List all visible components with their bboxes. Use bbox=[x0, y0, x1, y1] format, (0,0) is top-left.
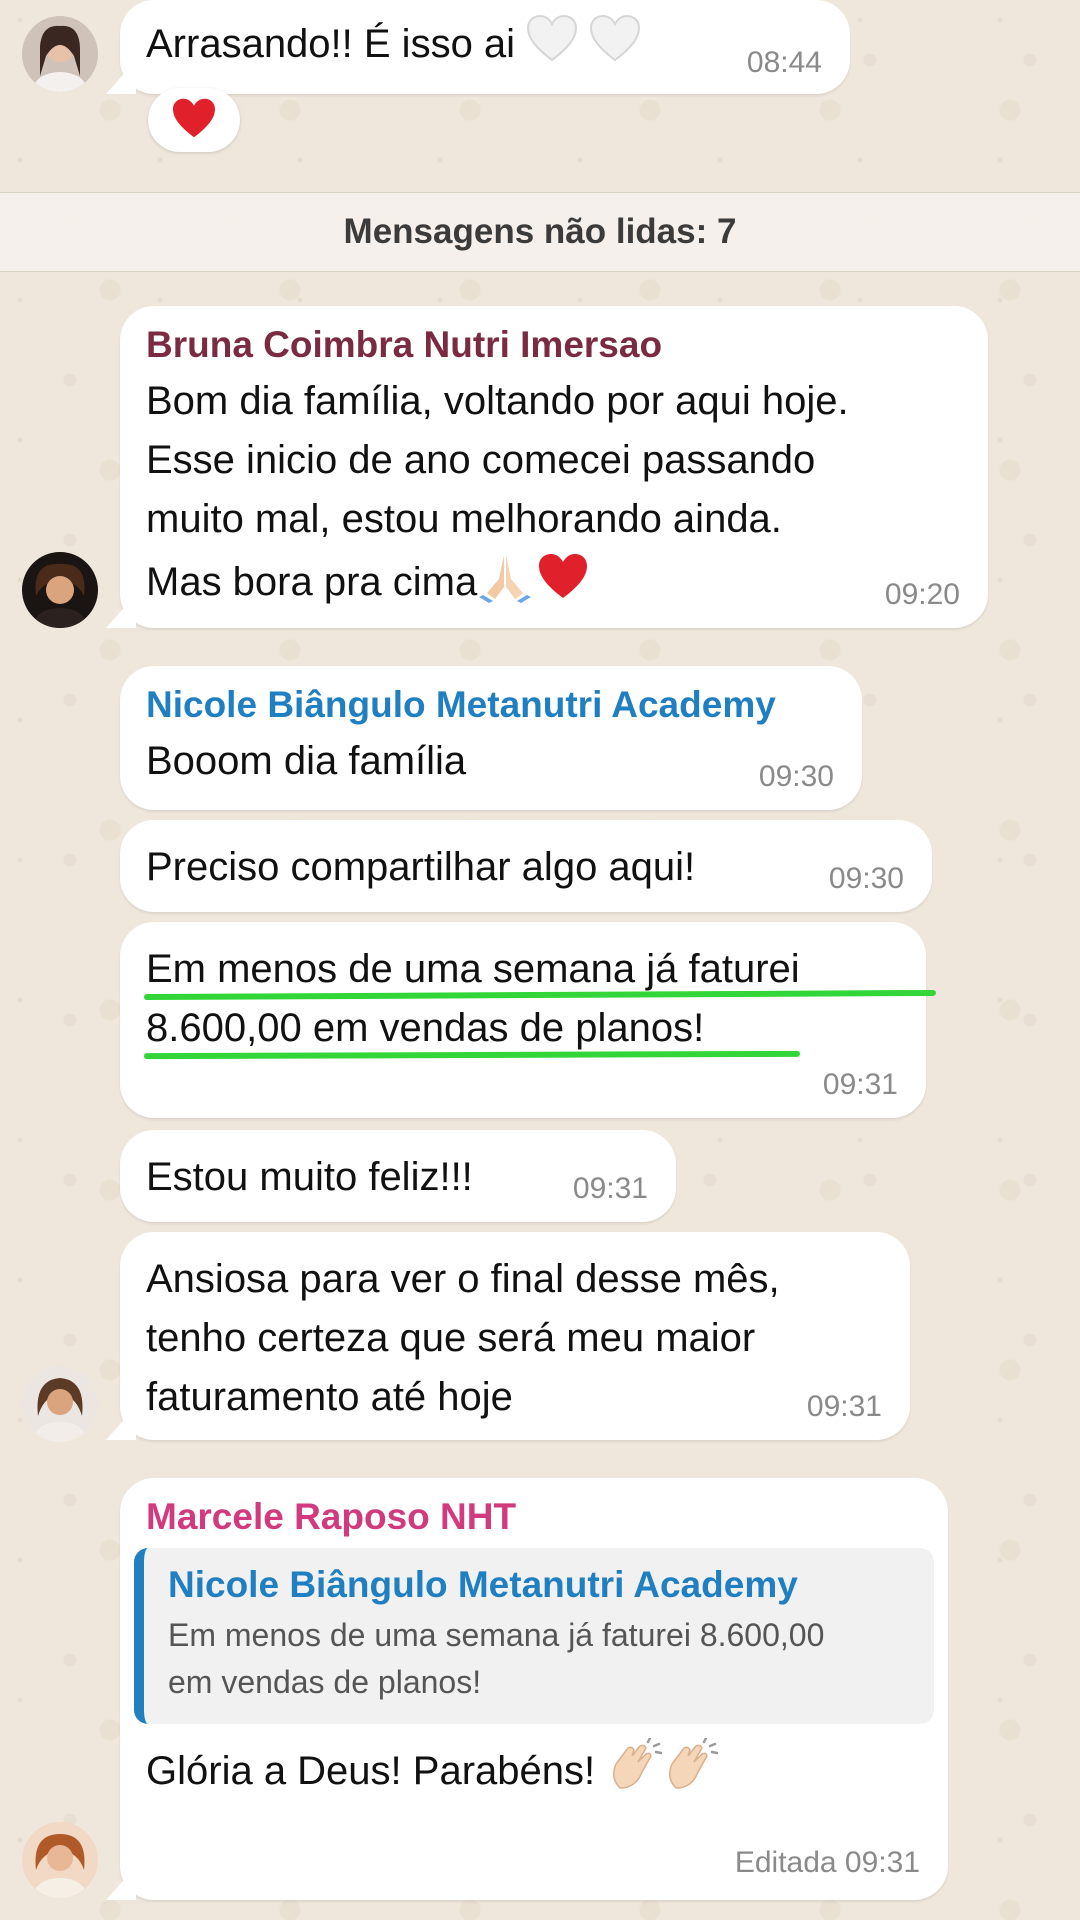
message-time: 09:30 bbox=[758, 760, 834, 793]
message-text: Preciso compartilhar algo aqui! bbox=[146, 845, 696, 889]
message-time: 09:31 bbox=[822, 1068, 898, 1101]
message-line: tenho certeza que será meu maior bbox=[146, 1316, 756, 1360]
avatar-bruna[interactable] bbox=[22, 552, 98, 628]
red-heart-icon bbox=[537, 552, 589, 617]
sender-name[interactable]: Marcele Raposo NHT bbox=[134, 1496, 934, 1538]
message-text: Glória a Deus! Parabéns! bbox=[134, 1736, 934, 1809]
clapping-hands-icon bbox=[662, 1736, 719, 1809]
message-line: 8.600,00 em vendas de planos! bbox=[146, 1006, 705, 1050]
message-bubble-nicole-4[interactable]: Estou muito feliz!!! 09:31 bbox=[120, 1130, 676, 1222]
praying-hands-icon bbox=[477, 549, 533, 620]
sender-name[interactable]: Bruna Coimbra Nutri Imersao bbox=[146, 324, 960, 366]
message-bubble-nicole-2[interactable]: Preciso compartilhar algo aqui! 09:30 bbox=[120, 820, 932, 912]
message-time: 09:31 bbox=[572, 1172, 648, 1205]
sender-name[interactable]: Nicole Biângulo Metanutri Academy bbox=[146, 684, 834, 726]
message-time: Editada 09:31 bbox=[734, 1846, 920, 1879]
message-line: Ansiosa para ver o final desse mês, bbox=[146, 1257, 780, 1301]
message-text: Booom dia família bbox=[146, 739, 467, 783]
avatar-marcele[interactable] bbox=[22, 1822, 98, 1898]
message-time: 09:30 bbox=[828, 862, 904, 895]
message-text: Bom dia família, voltando por aqui hoje.… bbox=[146, 372, 960, 620]
message-line: muito mal, estou melhorando ainda. bbox=[146, 497, 782, 541]
message-time: 09:20 bbox=[884, 578, 960, 611]
message-bubble-0844[interactable]: Arrasando!! É isso ai 08:44 bbox=[120, 0, 850, 94]
quoted-line: em vendas de planos! bbox=[168, 1664, 482, 1700]
message-text: Arrasando!! É isso ai bbox=[146, 14, 822, 79]
quoted-message[interactable]: Nicole Biângulo Metanutri Academy Em men… bbox=[134, 1548, 934, 1724]
unread-messages-label: Mensagens não lidas: 7 bbox=[343, 212, 737, 251]
message-text: Ansiosa para ver o final desse mês, tenh… bbox=[146, 1250, 882, 1427]
avatar-sender-0844[interactable] bbox=[22, 16, 98, 92]
red-heart-icon bbox=[171, 97, 217, 144]
message-time: 09:31 bbox=[806, 1390, 882, 1423]
message-line: faturamento até hoje bbox=[146, 1375, 513, 1419]
message-bubble-bruna[interactable]: Bruna Coimbra Nutri Imersao Bom dia famí… bbox=[120, 306, 988, 628]
message-time: 08:44 bbox=[746, 46, 822, 79]
message-bubble-nicole-3[interactable]: Em menos de uma semana já faturei 8.600,… bbox=[120, 922, 926, 1118]
clapping-hands-icon bbox=[606, 1736, 663, 1809]
quoted-text: Em menos de uma semana já faturei 8.600,… bbox=[168, 1612, 914, 1706]
quoted-line: Em menos de uma semana já faturei 8.600,… bbox=[168, 1617, 825, 1653]
white-heart-icon bbox=[526, 14, 578, 79]
message-line: Em menos de uma semana já faturei bbox=[146, 947, 800, 991]
quoted-sender-name: Nicole Biângulo Metanutri Academy bbox=[168, 1564, 798, 1605]
unread-messages-divider: Mensagens não lidas: 7 bbox=[0, 192, 1080, 272]
white-heart-icon bbox=[589, 14, 641, 79]
message-line: Esse inicio de ano comecei passando bbox=[146, 438, 816, 482]
avatar-nicole[interactable] bbox=[22, 1366, 98, 1442]
message-bubble-nicole-1[interactable]: Nicole Biângulo Metanutri Academy Booom … bbox=[120, 666, 862, 810]
reaction-badge[interactable] bbox=[148, 88, 240, 152]
message-bubble-nicole-5[interactable]: Ansiosa para ver o final desse mês, tenh… bbox=[120, 1232, 910, 1440]
message-line: Mas bora pra cima bbox=[146, 560, 478, 605]
message-bubble-marcele[interactable]: Marcele Raposo NHT Nicole Biângulo Metan… bbox=[120, 1478, 948, 1900]
message-line: Bom dia família, voltando por aqui hoje. bbox=[146, 379, 849, 423]
